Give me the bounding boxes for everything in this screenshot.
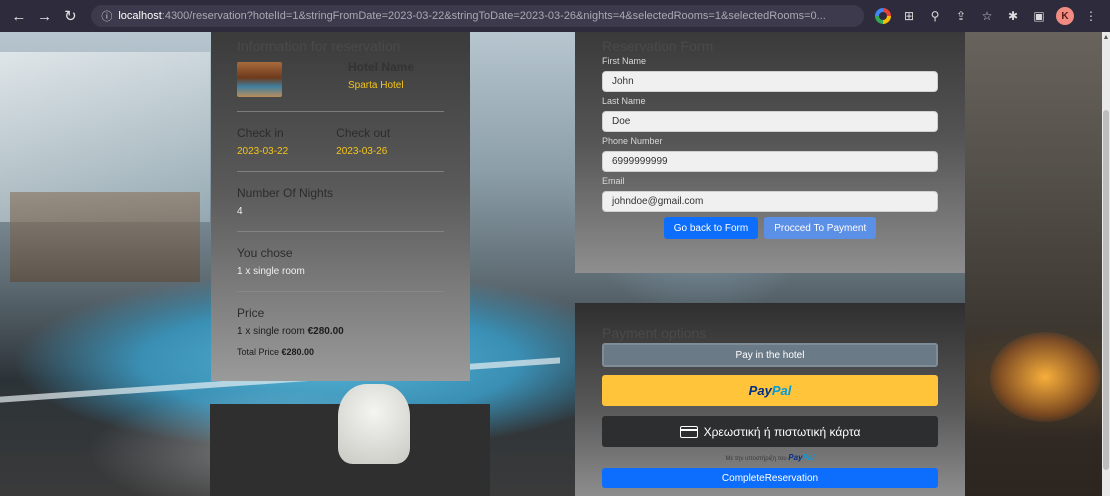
last-name-label: Last Name <box>602 96 646 106</box>
scroll-up-icon[interactable]: ▲ <box>1102 34 1110 42</box>
check-in-value: 2023-03-22 <box>237 146 289 157</box>
background-lounge <box>965 32 1110 496</box>
bookmark-star-icon[interactable]: ☆ <box>976 5 998 27</box>
hotel-name-value: Sparta Hotel <box>348 80 404 91</box>
total-price-text: Total Price <box>237 347 282 357</box>
side-panel-icon[interactable]: ▣ <box>1028 5 1050 27</box>
powered-pal: Pal <box>802 453 815 462</box>
form-title: Reservation Form <box>602 38 714 54</box>
check-in-label: Check in <box>237 126 284 140</box>
first-name-field[interactable]: John <box>602 71 938 92</box>
translate-icon[interactable]: ⊞ <box>898 5 920 27</box>
paypal-button[interactable]: Pay Pal <box>602 375 938 406</box>
card-payment-button[interactable]: Χρεωστική ή πιστωτική κάρτα <box>602 416 938 447</box>
nights-label: Number Of Nights <box>237 186 334 200</box>
check-out-value: 2023-03-26 <box>336 146 388 157</box>
paypal-logo-pal: Pal <box>771 383 792 398</box>
scrollbar-thumb[interactable] <box>1103 110 1109 470</box>
price-label: Price <box>237 306 265 320</box>
price-line-amount: €280.00 <box>307 326 344 337</box>
browser-toolbar: ← → ↻ ⓘ localhost:4300/reservation?hotel… <box>0 0 1110 32</box>
complete-reservation-button[interactable]: CompleteReservation <box>602 468 938 488</box>
info-icon[interactable]: ⓘ <box>101 8 112 24</box>
powered-by-text: Με την υποστήριξη του <box>725 456 789 462</box>
reload-icon[interactable]: ↻ <box>60 5 82 27</box>
hotel-thumbnail <box>237 62 282 97</box>
card-payment-label: Χρεωστική ή πιστωτική κάρτα <box>703 424 861 439</box>
proceed-to-payment-button[interactable]: Procced To Payment <box>764 217 877 239</box>
background-lamp <box>990 332 1100 422</box>
share-icon[interactable]: ⇪ <box>950 5 972 27</box>
price-line-text: 1 x single room <box>237 326 308 337</box>
email-label: Email <box>602 176 625 186</box>
nights-value: 4 <box>237 206 243 217</box>
google-icon[interactable] <box>872 5 894 27</box>
last-name-field[interactable]: Doe <box>602 111 938 132</box>
forward-arrow-icon[interactable]: → <box>34 5 56 27</box>
divider <box>237 171 444 172</box>
avatar: K <box>1055 7 1074 25</box>
credit-card-icon <box>679 425 698 438</box>
rooms-chosen-value: 1 x single room <box>237 266 305 277</box>
divider <box>237 231 444 232</box>
payment-options-card: Payment options Pay in the hotel Pay Pal … <box>575 303 965 496</box>
page-scrollbar[interactable]: ▲ <box>1102 32 1110 496</box>
reservation-form-card: Reservation Form First Name John Last Na… <box>575 32 965 273</box>
back-arrow-icon[interactable]: ← <box>8 5 30 27</box>
paypal-logo-pay: Pay <box>748 383 772 398</box>
extensions-icon[interactable]: ✱ <box>1002 5 1024 27</box>
email-field[interactable]: johndoe@gmail.com <box>602 191 938 212</box>
address-bar[interactable]: ⓘ localhost:4300/reservation?hotelId=1&s… <box>91 5 864 27</box>
total-price-amount: €280.00 <box>281 347 315 357</box>
reservation-info-card: Information for reservation Hotel Name S… <box>211 32 470 381</box>
pay-in-hotel-button[interactable]: Pay in the hotel <box>602 343 938 367</box>
phone-label: Phone Number <box>602 136 663 146</box>
hotel-name-label: Hotel Name <box>348 60 415 74</box>
profile-avatar[interactable]: K <box>1054 5 1076 27</box>
divider <box>237 291 444 292</box>
url-host: localhost <box>118 10 162 22</box>
rooms-chosen-label: You chose <box>237 246 293 260</box>
first-name-label: First Name <box>602 56 647 66</box>
go-back-button[interactable]: Go back to Form <box>663 217 759 239</box>
background-building <box>10 192 200 282</box>
check-out-label: Check out <box>336 126 391 140</box>
divider <box>237 111 444 112</box>
total-price: Total Price €280.00 <box>237 347 444 357</box>
kebab-menu-icon[interactable]: ⋮ <box>1080 5 1102 27</box>
phone-field[interactable]: 6999999999 <box>602 151 938 172</box>
info-card-title: Information for reservation <box>237 38 401 54</box>
background-towel <box>338 384 410 464</box>
price-line: 1 x single room €280.00 <box>237 326 444 337</box>
payment-title: Payment options <box>602 325 707 341</box>
url-path: :4300/reservation?hotelId=1&stringFromDa… <box>161 10 826 22</box>
zoom-icon[interactable]: ⚲ <box>924 5 946 27</box>
powered-by-paypal: Με την υποστήριξη του PayPal <box>602 453 938 462</box>
powered-pay: Pay <box>788 453 803 462</box>
